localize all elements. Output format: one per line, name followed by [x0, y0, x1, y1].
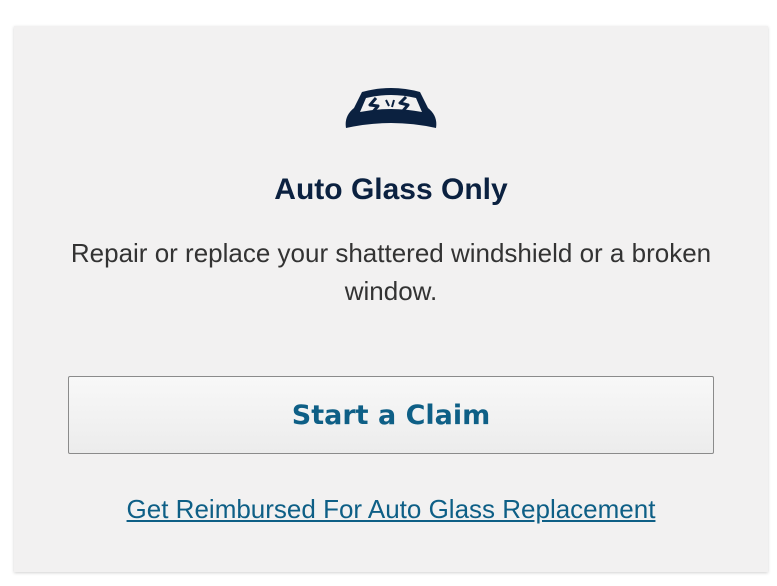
card-title: Auto Glass Only — [274, 173, 508, 206]
icon-container — [14, 86, 768, 134]
broken-windshield-icon — [345, 88, 437, 128]
reimbursement-link-row: Get Reimbursed For Auto Glass Replacemen… — [14, 494, 768, 525]
card-description: Repair or replace your shattered windshi… — [70, 238, 712, 306]
start-claim-button-label: Start a Claim — [291, 399, 491, 431]
auto-glass-card: Auto Glass Only Repair or replace your s… — [14, 26, 768, 572]
start-claim-button[interactable]: Start a Claim — [68, 376, 714, 454]
reimbursement-link[interactable]: Get Reimbursed For Auto Glass Replacemen… — [127, 494, 656, 524]
